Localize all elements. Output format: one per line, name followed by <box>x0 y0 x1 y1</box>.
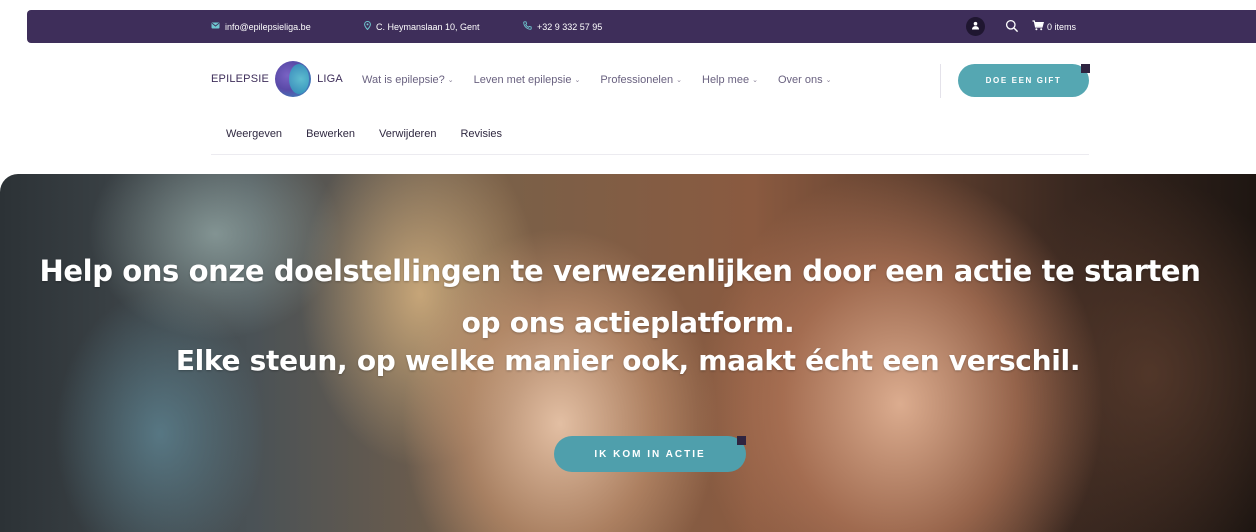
take-action-button[interactable]: IK KOM IN ACTIE <box>554 436 746 472</box>
button-corner-accent <box>1081 64 1090 73</box>
tab-revisies[interactable]: Revisies <box>460 128 502 140</box>
nav-item-wat-is-epilepsie[interactable]: Wat is epilepsie? ⌄ <box>362 74 454 86</box>
nav-item-over-ons[interactable]: Over ons ⌄ <box>778 74 832 86</box>
cart-icon <box>1032 20 1044 33</box>
chevron-down-icon: ⌄ <box>574 77 581 84</box>
address-link[interactable]: C. Heymanslaan 10, Gent <box>364 10 480 43</box>
nav-item-help-mee[interactable]: Help mee ⌄ <box>702 74 758 86</box>
hero-heading-line-1: Help ons onze doelstellingen te verwezen… <box>39 254 1201 288</box>
tab-bewerken[interactable]: Bewerken <box>306 128 355 140</box>
logo-text-right: LIGA <box>317 73 343 85</box>
phone-icon <box>523 21 532 32</box>
tab-verwijderen[interactable]: Verwijderen <box>379 128 436 140</box>
nav-label: Professionelen <box>600 74 674 86</box>
chevron-down-icon: ⌄ <box>752 77 758 84</box>
location-pin-icon <box>364 20 371 32</box>
main-nav: Wat is epilepsie? ⌄ Leven met epilepsie … <box>362 70 851 90</box>
hero-heading-line-3: Elke steun, op welke manier ook, maakt é… <box>175 344 1081 377</box>
user-icon <box>971 21 980 32</box>
mail-icon <box>211 22 220 31</box>
nav-label: Help mee <box>702 74 750 86</box>
address-text: C. Heymanslaan 10, Gent <box>376 21 480 32</box>
tabs-divider <box>211 154 1089 155</box>
chevron-down-icon: ⌄ <box>447 77 454 84</box>
email-link[interactable]: info@epilepsieliga.be <box>211 10 311 43</box>
account-button[interactable] <box>966 17 985 36</box>
nav-label: Leven met epilepsie <box>473 74 572 86</box>
donate-button[interactable]: DOE EEN GIFT <box>958 64 1089 97</box>
site-logo[interactable]: EPILEPSIE LIGA <box>211 61 343 97</box>
header-divider <box>940 64 941 98</box>
hero-heading-line-2: op ons actieplatform. <box>461 306 795 339</box>
nav-item-professionelen[interactable]: Professionelen ⌄ <box>600 74 682 86</box>
admin-tabs: Weergeven Bewerken Verwijderen Revisies <box>226 128 526 140</box>
hero-banner: Help ons onze doelstellingen te verwezen… <box>0 174 1256 532</box>
phone-text: +32 9 332 57 95 <box>537 21 603 32</box>
tab-weergeven[interactable]: Weergeven <box>226 128 282 140</box>
phone-link[interactable]: +32 9 332 57 95 <box>523 10 602 43</box>
cart-count: 0 items <box>1047 21 1077 32</box>
top-contact-bar: info@epilepsieliga.be C. Heymanslaan 10,… <box>27 10 1256 43</box>
chevron-down-icon: ⌄ <box>825 77 832 84</box>
chevron-down-icon: ⌄ <box>676 77 682 84</box>
logo-text-left: EPILEPSIE <box>211 73 270 85</box>
logo-mark-icon <box>275 61 312 97</box>
button-corner-accent <box>737 436 746 445</box>
cart-button[interactable]: 0 items <box>1032 10 1076 43</box>
nav-label: Over ons <box>777 74 823 86</box>
search-icon[interactable] <box>1005 19 1019 33</box>
nav-label: Wat is epilepsie? <box>362 74 445 86</box>
email-text: info@epilepsieliga.be <box>225 21 311 32</box>
nav-item-leven-met-epilepsie[interactable]: Leven met epilepsie ⌄ <box>474 74 581 86</box>
